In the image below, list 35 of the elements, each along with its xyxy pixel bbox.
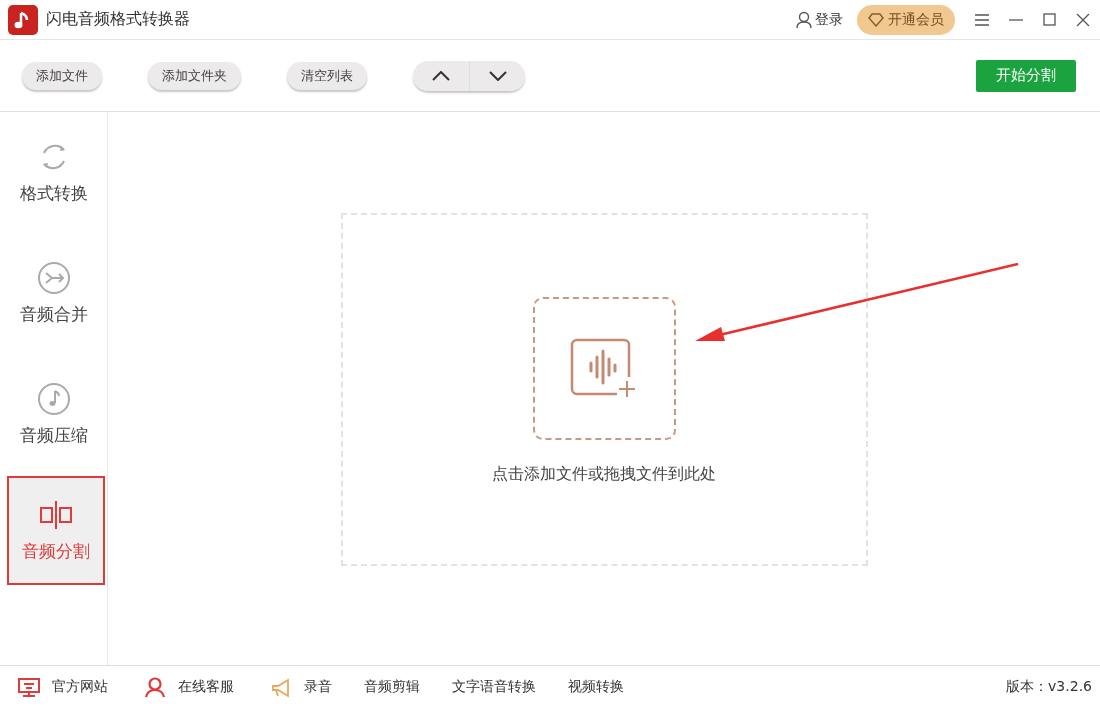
drop-hint: 点击添加文件或拖拽文件到此处: [492, 464, 716, 485]
split-icon: [39, 498, 73, 532]
add-file-button[interactable]: [532, 297, 676, 440]
footer-link[interactable]: 视频转换: [568, 678, 624, 696]
diamond-icon: [868, 12, 884, 27]
move-up-button[interactable]: [413, 60, 469, 91]
sidebar-item[interactable]: 格式转换: [0, 112, 107, 233]
drop-area[interactable]: 点击添加文件或拖拽文件到此处: [340, 213, 868, 566]
toolbar-button[interactable]: 添加文件夹: [148, 61, 241, 90]
down-caret-icon: [488, 70, 507, 81]
close-icon[interactable]: [1076, 12, 1090, 27]
app-logo-icon: [8, 4, 38, 35]
login-button[interactable]: 登录: [796, 10, 843, 29]
sidebar-item[interactable]: 音频分割: [7, 476, 105, 585]
toolbar-button[interactable]: 清空列表: [287, 61, 367, 90]
sidebar-item[interactable]: 音频合并: [0, 233, 107, 354]
megaphone-icon: [270, 676, 292, 698]
move-down-button[interactable]: [469, 60, 525, 91]
music-note-icon: [36, 382, 71, 416]
footer-link[interactable]: 在线客服: [144, 676, 234, 698]
monitor-icon: [18, 676, 40, 698]
maximize-icon[interactable]: [1043, 13, 1056, 26]
toolbar-button[interactable]: 添加文件: [22, 61, 102, 90]
menu-icon[interactable]: [975, 13, 989, 26]
version-label: 版本：v3.2.6: [1006, 678, 1092, 696]
footer-link[interactable]: 官方网站: [18, 676, 108, 698]
person-icon: [144, 676, 166, 698]
window-title: 闪电音频格式转换器: [46, 9, 190, 30]
footer-link[interactable]: 录音: [270, 676, 332, 698]
footer-link[interactable]: 音频剪辑: [364, 678, 420, 696]
sidebar-item[interactable]: 音频压缩: [0, 354, 107, 475]
up-caret-icon: [432, 70, 450, 81]
user-icon: [796, 10, 812, 29]
vip-button[interactable]: 开通会员: [857, 4, 955, 35]
footer-link[interactable]: 文字语音转换: [452, 678, 536, 696]
